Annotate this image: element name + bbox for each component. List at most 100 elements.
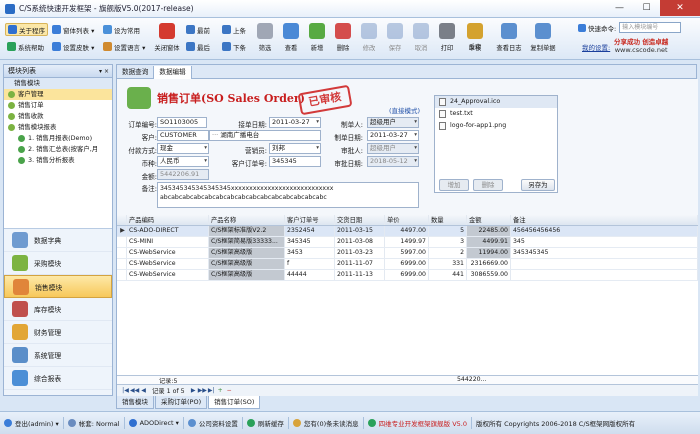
table-cell[interactable]: 331 [429, 259, 467, 269]
panel-pin-icon[interactable]: ▾ × [99, 65, 109, 78]
column-header[interactable]: 交货日期 [335, 215, 385, 225]
first-record-button[interactable]: 最前 [186, 23, 210, 36]
table-cell[interactable]: 345345 [285, 237, 335, 247]
dropdown-icon[interactable]: ▾ [204, 144, 207, 153]
save-as-button[interactable]: 另存为 [521, 179, 555, 191]
table-cell[interactable]: 4497.00 [385, 226, 429, 236]
last-record-button[interactable]: 最后 [186, 40, 210, 53]
table-cell[interactable]: 2011-03-23 [335, 248, 385, 258]
module-system[interactable]: 系统管理 [4, 344, 112, 367]
table-cell[interactable]: 6999.00 [385, 270, 429, 280]
table-cell[interactable]: C/S框架标准版V2.2 [209, 226, 285, 236]
table-cell[interactable] [511, 270, 698, 280]
connection-selector[interactable]: ADODirect ▾ [125, 417, 184, 429]
table-cell[interactable]: 11994.00 [467, 248, 511, 258]
save-button[interactable]: 保存 [382, 21, 408, 57]
dropdown-icon[interactable]: ▾ [316, 144, 319, 153]
column-header[interactable]: 客户订单号 [285, 215, 335, 225]
salesman-field[interactable]: 刘邦 ▾ [269, 143, 321, 154]
table-cell[interactable]: 2316669.00 [467, 259, 511, 269]
table-cell[interactable]: CS-WebService [127, 259, 209, 269]
tree-item[interactable]: 销售模块报表 [4, 122, 112, 133]
payment-field[interactable]: 现金 ▾ [157, 143, 209, 154]
print-button[interactable]: 打印 [434, 21, 460, 57]
doc-tab-po[interactable]: 采购订单(PO) [155, 396, 208, 409]
customer-code-field[interactable]: CUSTOMER [157, 130, 209, 141]
view-log-button[interactable]: 查看日志 [494, 21, 524, 57]
table-cell[interactable]: 3086559.00 [467, 270, 511, 280]
table-cell[interactable]: 22485.00 [467, 226, 511, 236]
next-record-button[interactable]: 下条 [222, 40, 246, 53]
table-cell[interactable]: 1499.97 [385, 237, 429, 247]
tree-item[interactable]: 2. 销售汇总表(按客户,月 [4, 144, 112, 155]
module-dictionary[interactable]: 数据字典 [4, 229, 112, 252]
refresh-cache-button[interactable]: 刷新缓存 [243, 417, 289, 429]
nav-next-page-icon[interactable]: ▶▶ [198, 387, 207, 394]
table-cell[interactable]: C/S框架高级版 [209, 248, 285, 258]
add-attachment-button[interactable]: 增加 [439, 179, 469, 191]
close-window-button[interactable]: ✕ [660, 0, 700, 16]
customer-name-field[interactable]: ··· 湖南广播电台 [209, 130, 321, 141]
system-help-button[interactable]: 系统帮助 [7, 40, 44, 53]
dropdown-icon[interactable]: ▾ [316, 118, 319, 127]
table-cell[interactable]: 3 [429, 237, 467, 247]
table-cell[interactable]: C/S框架简易版33333... [209, 237, 285, 247]
company-settings-button[interactable]: 公司资料设置 [184, 417, 243, 429]
audit-date-field[interactable]: 2018-05-12 ▾ [367, 156, 419, 167]
table-cell[interactable]: 5 [429, 226, 467, 236]
nav-next-icon[interactable]: ▶ [189, 387, 198, 394]
lookup-icon[interactable]: ··· [212, 131, 218, 139]
doc-tab-sales-module[interactable]: 销售模块 [116, 396, 154, 409]
nav-last-icon[interactable]: ▶| [207, 387, 216, 394]
table-cell[interactable]: 345345345 [511, 248, 698, 258]
table-cell[interactable]: 2011-03-08 [335, 237, 385, 247]
attachment-item[interactable]: test.txt [435, 108, 557, 120]
table-cell[interactable]: 6999.00 [385, 259, 429, 269]
tree-item[interactable]: 1. 销售月报表(Demo) [4, 133, 112, 144]
my-settings-link[interactable]: 我的设置: [582, 42, 610, 52]
table-cell[interactable]: 2011-11-07 [335, 259, 385, 269]
doc-tab-so[interactable]: 销售订单(SO) [208, 396, 261, 409]
table-cell[interactable]: 456456456456 [511, 226, 698, 236]
cancel-button[interactable]: 取消 [408, 21, 434, 57]
cust-order-field[interactable]: 345345 [269, 156, 321, 167]
set-favorite-button[interactable]: 设为常用 [103, 23, 140, 36]
dropdown-icon[interactable]: ▾ [414, 144, 417, 153]
attachment-item[interactable]: logo-for-app1.png [435, 120, 557, 132]
skin-button[interactable]: 设置皮肤 ▾ [52, 40, 94, 53]
nav-add-icon[interactable]: + [216, 387, 225, 394]
messages-button[interactable]: 您有(0)条未读消息 [289, 417, 364, 429]
table-cell[interactable]: C/S框架高级版 [209, 259, 285, 269]
table-cell[interactable]: CS-MINI [127, 237, 209, 247]
filter-button[interactable]: 筛选 [252, 21, 278, 57]
nav-prev-page-icon[interactable]: ◀◀ [130, 387, 139, 394]
nav-prev-icon[interactable]: ◀ [139, 387, 148, 394]
table-cell[interactable]: CS-WebService [127, 248, 209, 258]
nav-remove-icon[interactable]: − [225, 387, 234, 394]
minimize-button[interactable]: — [606, 0, 633, 16]
tree-item[interactable]: 3. 销售分析报表 [4, 155, 112, 166]
column-header[interactable]: 数量 [429, 215, 467, 225]
module-sales[interactable]: 销售模块 [4, 275, 112, 298]
column-header[interactable]: 备注 [511, 215, 698, 225]
table-cell[interactable]: C/S框架高级版 [209, 270, 285, 280]
delete-attachment-button[interactable]: 删除 [473, 179, 503, 191]
unaudit-button[interactable]: 反审 [462, 40, 488, 56]
add-button[interactable]: 新增 [304, 21, 330, 57]
tab-query[interactable]: 数据查询 [117, 66, 155, 79]
table-cell[interactable]: f [285, 259, 335, 269]
delete-button[interactable]: 删除 [330, 21, 356, 57]
tree-item[interactable]: 销售订单 [4, 100, 112, 111]
prev-record-button[interactable]: 上条 [222, 23, 246, 36]
module-reports[interactable]: 综合报表 [4, 367, 112, 390]
table-cell[interactable]: 441 [429, 270, 467, 280]
column-header[interactable]: 金额 [467, 215, 511, 225]
tree-item[interactable]: 销售收款 [4, 111, 112, 122]
make-date-field[interactable]: 2011-03-27 ▾ [367, 130, 419, 141]
table-row[interactable]: CS-WebService C/S框架高级版 3453 2011-03-23 5997.… [117, 248, 698, 259]
table-cell[interactable]: 44444 [285, 270, 335, 280]
dropdown-icon[interactable]: ▾ [414, 131, 417, 140]
tree-item[interactable]: 客户管理 [4, 89, 112, 100]
module-inventory[interactable]: 库存模块 [4, 298, 112, 321]
dropdown-icon[interactable]: ▾ [204, 157, 207, 166]
